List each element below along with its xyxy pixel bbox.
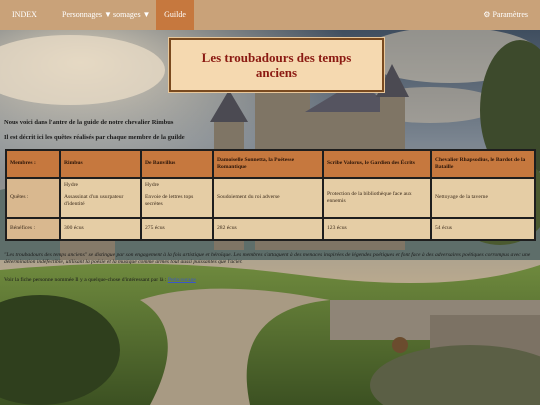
nav-index-link[interactable]: INDEX [12,0,37,30]
intro-line-2: Il est décrit ici les quêtes réalisés pa… [4,134,185,141]
table-cell: Nettoyage de la taverne [432,178,534,217]
table-header-row: Membres : Rimbus De Banvillus Damoiselle… [7,151,534,177]
table-header-cell: Membres : [7,151,59,177]
table-row-quetes: Quêtes : Hydre Assassinat d'un usurpateu… [7,178,534,217]
page-title: Les troubadours des temps anciens [201,50,352,80]
nav-parametres-link[interactable]: ⚙ Paramètres [483,0,528,30]
quest-item: Envoie de lettres tops secrètes [145,193,194,207]
intro-line-1: Nous voici dans l'antre de la guide de n… [4,119,174,126]
table-header-cell: Scribe Valorus, le Gardien des Écrits [324,151,430,177]
table-cell: 282 écus [214,218,322,239]
row-label-quetes: Quêtes : [7,178,59,217]
quest-item: Assassinat d'un usurpateur d'identité [64,193,124,207]
see-also-text: Voir la fiche personne nommée Il y a que… [4,277,168,283]
guild-description-paragraph: "Les troubadours des temps anciens" se d… [4,252,531,265]
table-cell: Hydre Assassinat d'un usurpateur d'ident… [61,178,140,217]
quest-item: Nettoyage de la taverne [435,194,488,201]
table-header-cell: Rimbus [61,151,140,177]
guild-title-box: Les troubadours des temps anciens [169,38,384,92]
quest-item: Soudoiement du roi adverse [217,194,280,201]
table-header-cell: Damoiselle Sonnetta, la Poétesse Romanti… [214,151,322,177]
table-cell: Hydre Envoie de lettres tops secrètes [142,178,212,217]
row-label-benefices: Bénéfices : [7,218,59,239]
table-cell: Protection de la bibliothèque face aux e… [324,178,430,217]
top-navigation-bar: INDEX Personnages ▼ somages ▼ Guilde ⚙ Pa… [0,0,540,30]
quest-item: Hydre [64,181,78,188]
table-cell: Soudoiement du roi adverse [214,178,322,217]
table-header-cell: Chevalier Rhapsodius, le Bardot de la Ba… [432,151,534,177]
table-cell: 275 écus [142,218,212,239]
table-cell: 123 écus [324,218,430,239]
nav-guilde-tab[interactable]: Guilde [156,0,194,30]
gear-icon: ⚙ [483,10,491,19]
quest-item: Protection de la bibliothèque face aux e… [327,190,412,204]
see-also-paragraph: Voir la fiche personne nommée Il y a que… [4,277,536,284]
table-cell: 300 écus [61,218,140,239]
table-row-benefices: Bénéfices : 300 écus 275 écus 282 écus 1… [7,218,534,239]
table-header-cell: De Banvillus [142,151,212,177]
table-cell: 54 écus [432,218,534,239]
guild-quests-table: Membres : Rimbus De Banvillus Damoiselle… [5,149,536,241]
petitcourage-link[interactable]: Petitcourage [168,277,196,283]
quest-item: Hydre [145,181,159,188]
nav-parametres-label: Paramètres [492,10,528,19]
nav-sommages-dropdown[interactable]: somages ▼ [113,0,150,30]
nav-personnages-dropdown[interactable]: Personnages ▼ [62,0,112,30]
